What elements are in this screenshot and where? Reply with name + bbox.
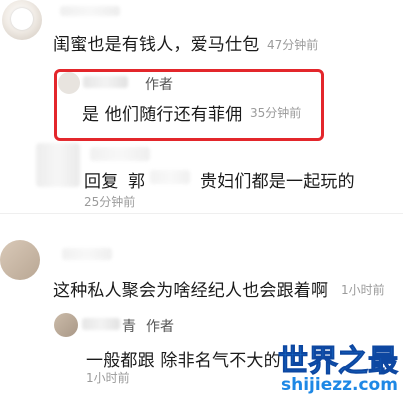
blurred-username [90, 147, 150, 161]
comment-time: 1小时前 [86, 371, 130, 385]
blurred-avatar [36, 143, 80, 187]
avatar[interactable] [2, 0, 42, 40]
avatar[interactable] [54, 313, 78, 337]
username-placeholder [60, 6, 120, 16]
username-placeholder [62, 248, 112, 260]
author-badge: 作者 [146, 319, 174, 335]
blurred-reply-name [150, 170, 190, 184]
reply-prefix: 回复 [84, 172, 119, 192]
comment-text: 这种私人聚会为啥经纪人也会跟着啊 [53, 281, 329, 301]
divider [0, 213, 403, 214]
comment-time: 47分钟前 [267, 38, 319, 52]
reply-name[interactable]: 郭 [128, 167, 145, 192]
comment-text: 一般都跟 除非名气不大的 [86, 351, 281, 371]
comment-text: 闺蜜也是有钱人，爱马仕包 [53, 35, 260, 55]
avatar[interactable] [0, 240, 40, 280]
comment-text: 贵妇们都是一起玩的 [200, 172, 355, 192]
comment-time: 1小时前 [341, 283, 385, 297]
highlight-box [54, 69, 324, 141]
watermark-logo: 世界之最 [278, 344, 399, 380]
username-placeholder [82, 318, 120, 330]
comment-time: 25分钟前 [84, 195, 136, 209]
author-fragment: 青 [122, 319, 136, 335]
watermark-url: shijiezz.com [281, 375, 398, 395]
